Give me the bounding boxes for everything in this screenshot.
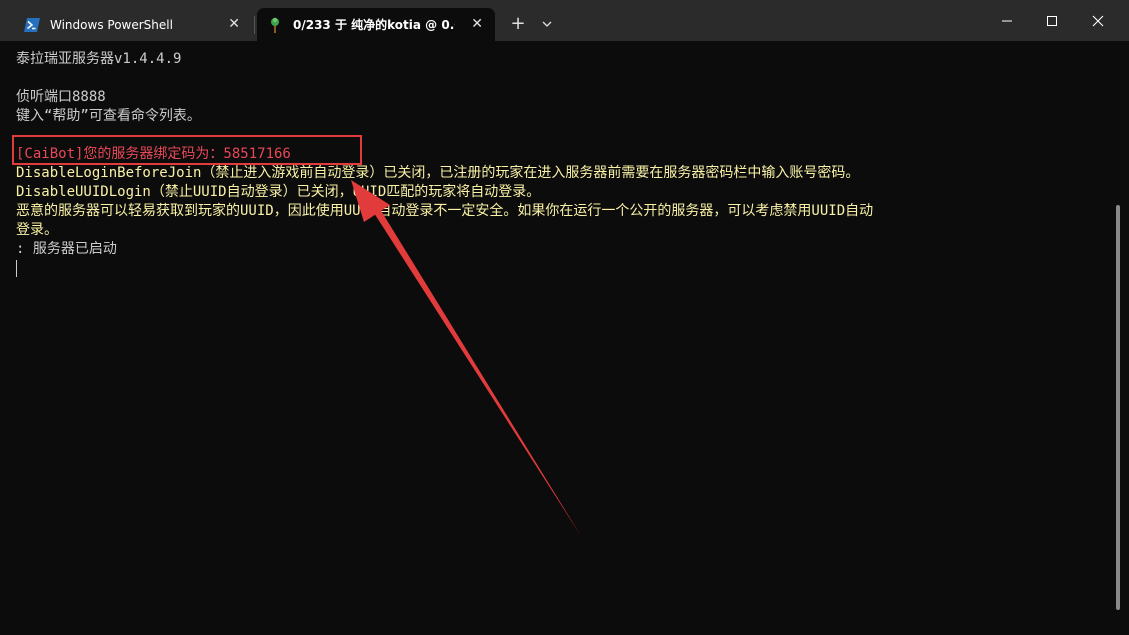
terminal-window: Windows PowerShell ✕ 0/233 于 纯净的kotia @ … — [0, 0, 1129, 635]
annotation-arrow — [351, 180, 581, 536]
